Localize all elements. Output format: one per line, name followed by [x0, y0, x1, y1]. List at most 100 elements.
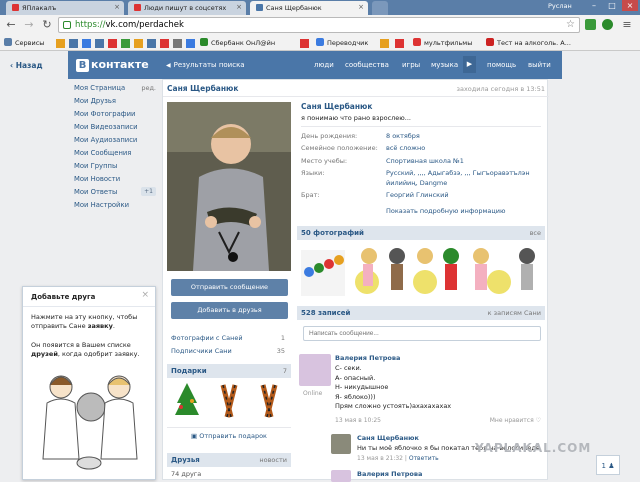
avatar[interactable] — [331, 434, 351, 454]
bookmark-icon[interactable] — [69, 39, 78, 48]
photos-all-link[interactable]: все — [530, 229, 541, 237]
lock-icon — [63, 21, 71, 29]
nav-my-videos[interactable]: Мои Видеозаписи — [74, 123, 156, 136]
gifts-row[interactable] — [169, 381, 289, 421]
bookmark-icon[interactable] — [173, 39, 182, 48]
profile-status[interactable]: я понимаю что рано взрослею... — [301, 114, 411, 122]
profile-photo[interactable] — [167, 102, 291, 271]
player-toggle-icon[interactable]: ▶ — [463, 56, 476, 73]
photos-with-link[interactable]: Фотографии с Саней — [171, 334, 243, 342]
friends-news-link[interactable]: новости — [259, 456, 287, 464]
info-school[interactable]: Спортивная школа №1 — [386, 157, 464, 165]
browser-user[interactable]: Руслан — [548, 2, 572, 10]
bookmark-icon[interactable] — [147, 39, 156, 48]
friends-online-button[interactable]: 1 ♟ — [596, 455, 620, 475]
bookmark-icon[interactable] — [380, 39, 389, 48]
nav-label: Мои Сообщения — [74, 149, 132, 157]
url-input[interactable]: https://vk.com/perdachek ☆ — [58, 17, 580, 33]
close-icon[interactable]: × — [141, 290, 149, 300]
close-icon[interactable]: × — [114, 3, 120, 11]
reply-time[interactable]: 13 мая в 21:32 — [357, 455, 403, 462]
wall-post-input[interactable] — [303, 326, 541, 341]
send-gift-button[interactable]: ▣ Отправить подарок — [167, 427, 291, 443]
bookmark-translator[interactable]: Переводчик — [316, 38, 368, 47]
nav-label: Мои Аудиозаписи — [74, 136, 138, 144]
bookmark-icon[interactable] — [121, 39, 130, 48]
new-tab-button[interactable] — [372, 1, 388, 15]
menu-people[interactable]: люди — [314, 61, 334, 69]
forward-arrow-icon[interactable]: → — [22, 18, 36, 32]
bookmark-icon[interactable] — [186, 39, 195, 48]
send-message-button[interactable]: Отправить сообщение — [171, 279, 288, 296]
menu-games[interactable]: игры — [402, 61, 420, 69]
back-link[interactable]: ‹ Назад — [10, 61, 43, 70]
photos-strip[interactable] — [299, 242, 545, 304]
bookmark-icon[interactable] — [160, 39, 169, 48]
bookmark-icon[interactable] — [56, 39, 65, 48]
reload-icon[interactable]: ↻ — [40, 18, 54, 32]
menu-communities[interactable]: сообщества — [345, 61, 389, 69]
reply-answer-link[interactable]: Ответить — [409, 455, 439, 462]
avatar[interactable] — [331, 470, 351, 482]
friends-header[interactable]: Друзья новости — [167, 453, 291, 467]
reply-author[interactable]: Саня Щербанюк — [357, 434, 419, 442]
bookmark-sberbank[interactable]: Сбербанк ОнЛ@йн — [200, 38, 275, 47]
bookmark-icon[interactable] — [82, 39, 91, 48]
bookmark-services[interactable]: Сервисы — [4, 38, 44, 47]
bookmark-icon[interactable] — [95, 39, 104, 48]
back-arrow-icon[interactable]: ← — [4, 18, 18, 32]
bookmark-icon[interactable] — [108, 39, 117, 48]
nav-my-messages[interactable]: Мои Сообщения — [74, 149, 156, 162]
extension-icon[interactable] — [602, 19, 613, 30]
maximize-icon[interactable]: □ — [604, 0, 620, 11]
gift-icon: ▣ — [191, 432, 200, 440]
menu-help[interactable]: помощь — [487, 61, 516, 69]
avatar[interactable] — [299, 354, 331, 386]
post-time[interactable]: 13 мая в 10:25 — [335, 417, 381, 424]
bookmark-icon[interactable] — [395, 39, 404, 48]
gifts-header[interactable]: Подарки 7 — [167, 364, 291, 378]
info-brother[interactable]: Георгий Глинский — [386, 191, 449, 199]
tab-people[interactable]: Люди пишут в соцсетях × — [128, 1, 246, 15]
menu-music[interactable]: музыка — [431, 61, 458, 69]
search-results-link[interactable]: ◀ Результаты поиска — [166, 61, 245, 69]
bookmark-cartoons[interactable]: мультфильмы — [413, 38, 472, 47]
nav-my-photos[interactable]: Мои Фотографии — [74, 110, 156, 123]
info-relationship[interactable]: всё сложно — [386, 144, 425, 152]
photos-header[interactable]: 50 фотографий все — [297, 226, 545, 240]
tab-vk[interactable]: Саня Щербанюк × — [250, 1, 368, 15]
profile-name-header[interactable]: Саня Щербанюк — [167, 84, 238, 93]
info-languages-cont[interactable]: йилийиң, Dangme — [386, 179, 447, 187]
tab-yaplakal[interactable]: ЯПлакалъ × — [6, 1, 124, 15]
popup-title: Добавьте друга — [23, 287, 155, 307]
wall-link[interactable]: к записям Сани — [488, 309, 541, 317]
nav-my-friends[interactable]: Мои Друзья — [74, 97, 156, 110]
vk-logo[interactable]: Вконтакте — [76, 58, 149, 72]
close-window-icon[interactable]: × — [622, 0, 638, 11]
reply-author[interactable]: Валерия Петрова — [357, 470, 422, 478]
close-icon[interactable]: × — [236, 3, 242, 11]
edit-link[interactable]: ред. — [141, 84, 156, 92]
minimize-icon[interactable]: – — [586, 0, 602, 11]
nav-my-answers[interactable]: Мои Ответы +1 — [74, 187, 156, 201]
bookmark-icon[interactable] — [300, 39, 309, 48]
menu-icon[interactable]: ≡ — [620, 18, 634, 32]
nav-my-page[interactable]: Моя Страница ред. — [74, 84, 156, 97]
post-author[interactable]: Валерия Петрова — [335, 354, 400, 362]
bookmark-icon[interactable] — [134, 39, 143, 48]
add-friend-button[interactable]: Добавить в друзья — [171, 302, 288, 319]
show-more-info-link[interactable]: Показать подробную информацию — [386, 207, 506, 215]
bookmark-alcohol-test[interactable]: Тест на алкоголь. А... — [486, 38, 571, 47]
close-icon[interactable]: × — [358, 3, 364, 11]
info-languages[interactable]: Русский, ,,,, Адыгабзэ, ,,, Гыгъоравэтъл… — [386, 169, 530, 177]
info-birthday[interactable]: 8 октября — [386, 132, 420, 140]
wall-header[interactable]: 528 записей к записям Сани — [297, 306, 545, 320]
subscribers-link[interactable]: Подписчики Сани — [171, 347, 232, 355]
nav-my-settings[interactable]: Мои Настройки — [74, 201, 156, 214]
extension-icon[interactable] — [585, 19, 596, 30]
like-button[interactable]: Мне нравится ♡ — [490, 417, 541, 424]
star-icon[interactable]: ☆ — [566, 18, 575, 32]
nav-my-groups[interactable]: Мои Группы — [74, 162, 156, 175]
nav-my-audio[interactable]: Мои Аудиозаписи — [74, 136, 156, 149]
menu-logout[interactable]: выйти — [528, 61, 551, 69]
